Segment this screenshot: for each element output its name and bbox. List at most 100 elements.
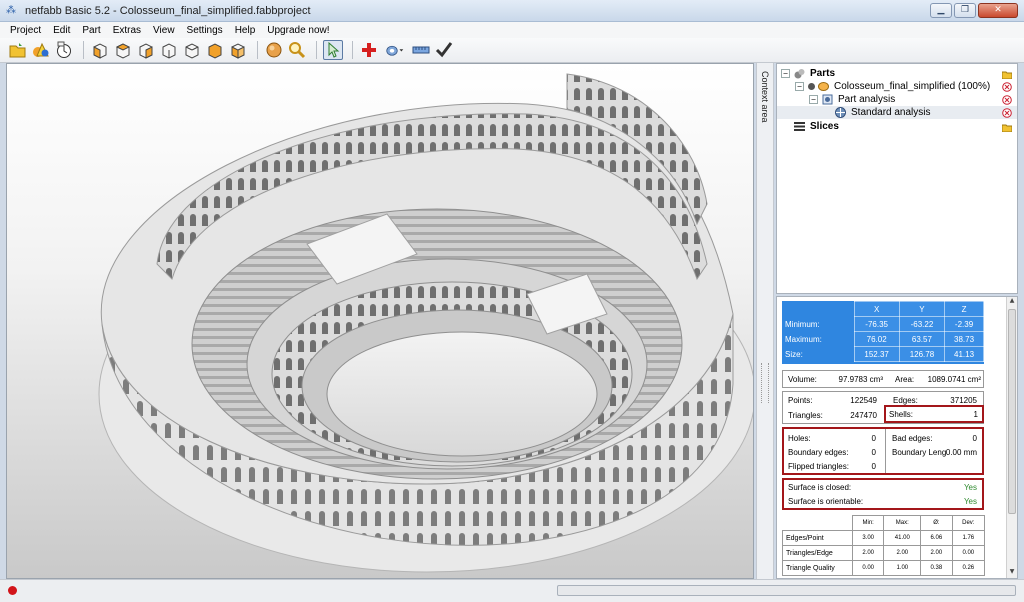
edges-label: Edges: xyxy=(893,396,918,405)
stat-min: 2.00 xyxy=(851,545,885,561)
checkmark-icon[interactable] xyxy=(434,40,454,60)
min-z: -2.39 xyxy=(944,316,984,332)
stat-avg: 0.38 xyxy=(920,560,953,576)
header-z: Z xyxy=(944,301,984,317)
zoom-icon[interactable] xyxy=(287,40,307,60)
remove-icon[interactable] xyxy=(1002,94,1012,105)
context-area-tab[interactable]: Context area xyxy=(756,63,774,579)
remove-icon[interactable] xyxy=(1002,107,1012,118)
select-arrow-icon[interactable] xyxy=(323,40,343,60)
3d-viewport[interactable] xyxy=(6,63,754,579)
tree-item-part-analysis[interactable]: − Part analysis xyxy=(777,93,1017,106)
stat-label: Triangles/Edge xyxy=(782,545,853,561)
flipped-value: 0 xyxy=(871,462,876,471)
toolbar xyxy=(0,38,1024,63)
statistics-table: Min: Max: Ø: Dev: Edges/Point 3.00 41.00… xyxy=(782,515,986,578)
view-right-icon[interactable] xyxy=(182,40,202,60)
area-value: 1089.0741 cm² xyxy=(927,375,981,384)
measure-icon[interactable] xyxy=(382,40,408,60)
minimize-button[interactable]: ▁ xyxy=(930,3,952,18)
area-label: Area: xyxy=(895,375,915,384)
stat-max: 1.00 xyxy=(883,560,922,576)
bbox-row-minimum: Minimum: -76.35 -63.22 -2.39 xyxy=(782,316,984,332)
part-mesh-icon xyxy=(818,82,829,91)
splitter-grip[interactable] xyxy=(761,363,769,403)
scrollbar-thumb[interactable] xyxy=(1008,309,1016,514)
scroll-down-icon[interactable]: ▼ xyxy=(1007,568,1017,578)
analysis-scrollbar[interactable]: ▲ ▼ xyxy=(1006,297,1017,578)
window-controls: ▁ ❐ ✕ xyxy=(930,3,1018,18)
header-x: X xyxy=(853,301,900,317)
collapse-icon[interactable]: − xyxy=(781,69,790,78)
tree-analysis-label: Part analysis xyxy=(838,94,896,105)
standard-analysis-icon xyxy=(835,107,846,118)
edges-value: 371205 xyxy=(950,396,977,405)
shells-label: Shells: xyxy=(889,410,914,419)
add-folder-icon[interactable] xyxy=(1002,122,1012,132)
tree-item-standard-analysis[interactable]: Standard analysis xyxy=(777,106,1017,119)
visibility-dot-icon[interactable] xyxy=(808,83,815,90)
colosseum-model[interactable] xyxy=(7,64,754,579)
bad-edges-label: Bad edges: xyxy=(892,434,933,443)
menu-settings[interactable]: Settings xyxy=(181,25,229,36)
collapse-icon[interactable]: − xyxy=(795,82,804,91)
boundary-length-value: 0.00 mm xyxy=(945,448,977,457)
menu-extras[interactable]: Extras xyxy=(107,25,147,36)
shells-value: 1 xyxy=(973,410,978,419)
add-red-cross-icon[interactable] xyxy=(359,40,379,60)
sphere-icon[interactable] xyxy=(264,40,284,60)
stat-label: Triangle Quality xyxy=(782,560,853,576)
menu-part[interactable]: Part xyxy=(76,25,106,36)
size-x: 152.37 xyxy=(853,346,900,362)
view-left-icon[interactable] xyxy=(159,40,179,60)
tree-item-part[interactable]: − Colosseum_final_simplified (100%) xyxy=(777,80,1017,93)
volume-label: Volume: xyxy=(788,375,817,384)
volume-value: 97.9783 cm³ xyxy=(838,375,883,384)
stat-min: 0.00 xyxy=(851,560,885,576)
stat-min: 3.00 xyxy=(851,530,885,546)
stat-dev: 0.26 xyxy=(951,560,986,576)
menu-edit[interactable]: Edit xyxy=(47,25,76,36)
repair-icon[interactable] xyxy=(54,40,74,60)
collapse-icon[interactable]: − xyxy=(809,95,818,104)
add-part-icon[interactable] xyxy=(31,40,51,60)
divider xyxy=(885,429,886,473)
stat-header-avg: Ø: xyxy=(920,515,953,531)
stat-dev: 0.00 xyxy=(951,545,986,561)
ruler-icon[interactable] xyxy=(411,40,431,60)
row-label: Size: xyxy=(785,349,803,359)
tree-parts-label: Parts xyxy=(810,68,836,79)
analysis-panel: X Y Z Minimum: -76.35 -63.22 -2.39 Maxim… xyxy=(776,296,1018,579)
menu-project[interactable]: Project xyxy=(4,25,47,36)
view-bottom-icon[interactable] xyxy=(228,40,248,60)
context-area-label: Context area xyxy=(760,71,770,123)
closed-value: Yes xyxy=(963,483,977,492)
menu-upgrade[interactable]: Upgrade now! xyxy=(261,25,335,36)
close-button[interactable]: ✕ xyxy=(978,3,1018,18)
title-bar: ⁂ netfabb Basic 5.2 - Colosseum_final_si… xyxy=(0,0,1024,22)
add-folder-icon[interactable] xyxy=(1002,69,1012,79)
stat-header-min: Min: xyxy=(851,515,885,531)
window-title: netfabb Basic 5.2 - Colosseum_final_simp… xyxy=(25,4,311,17)
stat-header-dev: Dev: xyxy=(951,515,986,531)
restore-button[interactable]: ❐ xyxy=(954,3,976,18)
view-back-icon[interactable] xyxy=(136,40,156,60)
view-front-icon[interactable] xyxy=(113,40,133,60)
min-y: -63.22 xyxy=(898,316,946,332)
row-label: Maximum: xyxy=(785,334,822,344)
menu-view[interactable]: View xyxy=(147,25,181,36)
stat-row-triangles-edge: Triangles/Edge 2.00 2.00 2.00 0.00 xyxy=(782,545,986,561)
bounding-box-table: X Y Z Minimum: -76.35 -63.22 -2.39 Maxim… xyxy=(782,301,984,364)
menu-help[interactable]: Help xyxy=(229,25,262,36)
view-top-icon[interactable] xyxy=(205,40,225,60)
toolbar-separator xyxy=(316,41,317,59)
scroll-up-icon[interactable]: ▲ xyxy=(1007,297,1017,307)
shells-box: Shells: 1 xyxy=(884,405,984,423)
view-iso-icon[interactable] xyxy=(90,40,110,60)
tree-item-slices[interactable]: Slices xyxy=(777,120,1017,133)
closed-label: Surface is closed: xyxy=(788,483,852,492)
remove-icon[interactable] xyxy=(1002,81,1012,92)
tree-item-parts[interactable]: − Parts xyxy=(777,67,1017,80)
toolbar-separator xyxy=(352,41,353,59)
open-project-icon[interactable] xyxy=(8,40,28,60)
